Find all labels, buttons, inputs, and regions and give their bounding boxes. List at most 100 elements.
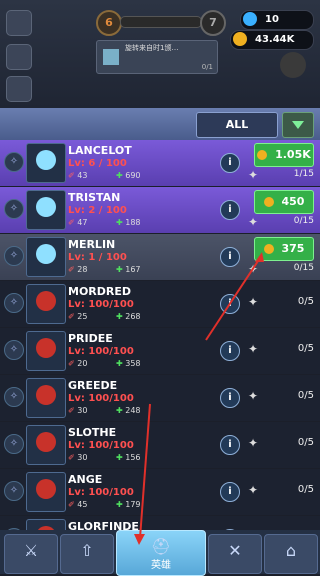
- health-stat: 358: [116, 359, 140, 368]
- upgrade-button[interactable]: 450: [254, 190, 314, 214]
- health-stat: 268: [116, 312, 140, 321]
- hero-level: Lv: 100/100: [68, 440, 134, 451]
- shard-count: 0/5: [297, 437, 314, 448]
- shard-count: 0/15: [293, 216, 314, 226]
- info-button[interactable]: i: [220, 153, 240, 173]
- castle-icon: ⌂: [285, 541, 297, 560]
- hero-name: TRISTAN: [68, 191, 121, 204]
- hero-portrait[interactable]: [26, 378, 66, 418]
- hero-row[interactable]: ✧ GLORFINDE Lv: 100/100 i ✦ 0/5: [0, 516, 320, 530]
- skill-icon[interactable]: ✧: [4, 199, 24, 219]
- info-button[interactable]: i: [220, 200, 240, 220]
- hero-portrait[interactable]: [26, 425, 66, 465]
- hero-row[interactable]: ✧ MERLIN Lv: 1 / 100 28 167 i 375 ✦ 0/15: [0, 234, 320, 280]
- hero-portrait[interactable]: [26, 237, 66, 277]
- info-button[interactable]: i: [220, 294, 240, 314]
- quest-text: 旋转来自时1颁…: [125, 44, 179, 52]
- skill-icon[interactable]: ✧: [4, 387, 24, 407]
- attack-stat: 20: [68, 359, 87, 368]
- hero-face-icon: [36, 150, 56, 170]
- upgrade-cost: 450: [281, 195, 305, 208]
- upgrade-cost: 375: [281, 242, 305, 255]
- tab-upgrade-book[interactable]: ⇧: [60, 534, 114, 574]
- event-button[interactable]: [6, 76, 32, 102]
- hero-face-icon: [36, 197, 56, 217]
- hero-row[interactable]: ✧ SLOTHE Lv: 100/100 30 156 i ✦ 0/5: [0, 422, 320, 468]
- health-stat: 248: [116, 406, 140, 415]
- info-button[interactable]: i: [220, 435, 240, 455]
- info-button[interactable]: i: [220, 247, 240, 267]
- coin-icon: [263, 244, 274, 254]
- gold-counter: 43.44K: [230, 30, 314, 50]
- tab-castle[interactable]: ⌂: [264, 534, 318, 574]
- filter-select[interactable]: ALL: [196, 112, 278, 138]
- puzzle-piece-icon: ✦: [248, 436, 259, 450]
- puzzle-piece-icon: ✦: [248, 168, 259, 182]
- level-progress-bar: [120, 16, 202, 28]
- health-stat: 167: [116, 265, 140, 274]
- hero-row[interactable]: ✧ LANCELOT Lv: 6 / 100 43 690 i 1.05K ✦ …: [0, 140, 320, 186]
- gold-value: 43.44K: [255, 34, 295, 45]
- filter-dropdown-button[interactable]: [282, 112, 314, 138]
- hero-face-icon: [36, 385, 56, 405]
- info-button[interactable]: i: [220, 388, 240, 408]
- shard-count: 0/15: [293, 263, 314, 273]
- skill-icon[interactable]: ✧: [4, 246, 24, 266]
- hero-row[interactable]: ✧ PRIDEE Lv: 100/100 20 358 i ✦ 0/5: [0, 328, 320, 374]
- hero-row[interactable]: ✧ GREEDE Lv: 100/100 30 248 i ✦ 0/5: [0, 375, 320, 421]
- health-stat: 188: [116, 218, 140, 227]
- skill-icon[interactable]: ✧: [4, 152, 24, 172]
- hero-portrait[interactable]: [26, 190, 66, 230]
- attack-stat: 43: [68, 171, 87, 180]
- hero-helmet-icon: ⛑: [150, 537, 172, 556]
- tab-hero-helmet[interactable]: ⛑ 英雄: [116, 530, 206, 576]
- hero-level: Lv: 100/100: [68, 299, 134, 310]
- hero-portrait[interactable]: [26, 284, 66, 324]
- hero-portrait[interactable]: [26, 143, 66, 183]
- upgrade-button[interactable]: 375: [254, 237, 314, 261]
- info-button[interactable]: i: [220, 482, 240, 502]
- gem-icon: [243, 12, 257, 26]
- gift-button[interactable]: [6, 44, 32, 70]
- hero-level: Lv: 100/100: [68, 487, 134, 498]
- next-level-badge: 7: [200, 10, 226, 36]
- hero-face-icon: [36, 291, 56, 311]
- quest-panel[interactable]: 旋转来自时1颁… 0/1: [96, 40, 218, 74]
- skill-icon[interactable]: ✧: [4, 340, 24, 360]
- puzzle-piece-icon: ✦: [248, 483, 259, 497]
- tab-label: 英雄: [151, 560, 171, 571]
- hero-name: MORDRED: [68, 285, 132, 298]
- upgrade-button[interactable]: 1.05K: [254, 143, 314, 167]
- hero-face-icon: [36, 432, 56, 452]
- current-level-badge: 6: [96, 10, 122, 36]
- hero-name: MERLIN: [68, 238, 116, 251]
- attack-stat: 28: [68, 265, 87, 274]
- hero-row[interactable]: ✧ TRISTAN Lv: 2 / 100 47 188 i 450 ✦ 0/1…: [0, 187, 320, 233]
- skill-icon[interactable]: ✧: [4, 481, 24, 501]
- hero-level: Lv: 100/100: [68, 393, 134, 404]
- quest-progress: 0/1: [201, 63, 213, 71]
- hero-portrait[interactable]: [26, 472, 66, 512]
- hero-row[interactable]: ✧ MORDRED Lv: 100/100 25 268 i ✦ 0/5: [0, 281, 320, 327]
- hero-name: LANCELOT: [68, 144, 132, 157]
- skill-icon[interactable]: ✧: [4, 434, 24, 454]
- hero-portrait[interactable]: [26, 519, 66, 530]
- upgrade-cost: 1.05K: [275, 148, 311, 161]
- attack-stat: 30: [68, 406, 87, 415]
- gems-counter: 10: [240, 10, 314, 30]
- attack-stat: 30: [68, 453, 87, 462]
- hero-face-icon: [36, 479, 56, 499]
- skill-icon[interactable]: ✧: [4, 293, 24, 313]
- shard-count: 1/15: [293, 169, 314, 179]
- info-button[interactable]: i: [220, 341, 240, 361]
- hero-face-icon: [36, 244, 56, 264]
- attack-stat: 25: [68, 312, 87, 321]
- skull-boss-icon[interactable]: [280, 52, 306, 78]
- crossed-axes-icon: ✕: [228, 541, 242, 560]
- tab-shield-sword[interactable]: ⚔: [4, 534, 58, 574]
- hero-portrait[interactable]: [26, 331, 66, 371]
- tab-crossed-axes[interactable]: ✕: [208, 534, 262, 574]
- hero-row[interactable]: ✧ ANGE Lv: 100/100 45 179 i ✦ 0/5: [0, 469, 320, 515]
- menu-button[interactable]: [6, 10, 32, 36]
- shard-count: 0/5: [297, 343, 314, 354]
